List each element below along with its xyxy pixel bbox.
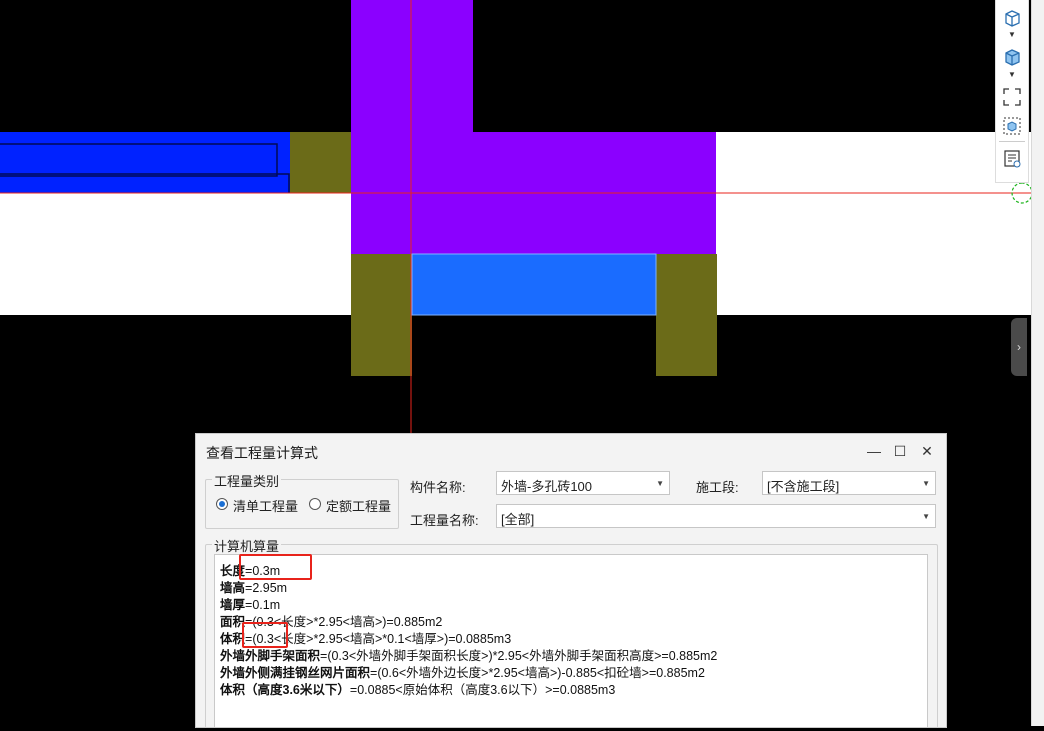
olive-column-left	[290, 132, 351, 193]
qty-name-label: 工程量名称:	[410, 513, 479, 528]
minimize-button[interactable]: —	[862, 440, 886, 462]
highlight-box	[239, 554, 312, 580]
side-panel-toggle[interactable]: ›	[1011, 318, 1027, 376]
white-band-right	[716, 132, 1031, 193]
component-name-select[interactable]: 外墙-多孔砖100 ▼	[496, 471, 670, 495]
cube-icon[interactable]	[1000, 7, 1024, 29]
construction-stage-select[interactable]: [不含施工段] ▼	[762, 471, 936, 495]
quantity-formula-dialog: 查看工程量计算式 — ☐ ✕ 工程量类别 清单工程量 定额工程量 构件名称: 外…	[195, 433, 947, 728]
chevron-down-icon: ▼	[922, 512, 930, 521]
close-button[interactable]: ✕	[915, 440, 939, 462]
calc-legend: 计算机算量	[212, 536, 282, 555]
olive-column-bottom-left	[351, 254, 412, 376]
right-scroll-track[interactable]	[1031, 0, 1044, 726]
chevron-down-icon: ▼	[656, 479, 664, 488]
component-name-label: 构件名称:	[410, 480, 466, 495]
olive-column-bottom-right	[656, 254, 717, 376]
calc-output[interactable]: 长度=0.3m 墙高=2.95m 墙厚=0.1m 面积=(0.3<长度>*2.9…	[214, 554, 928, 728]
toolbar-divider	[999, 141, 1025, 142]
dropdown-arrow-icon[interactable]: ▼	[1000, 28, 1024, 40]
fit-view-icon[interactable]	[1000, 86, 1024, 108]
dropdown-arrow-icon[interactable]: ▼	[1000, 68, 1024, 80]
construction-stage-value: [不含施工段]	[767, 479, 840, 494]
calc-line: 体积（高度3.6米以下）=0.0885<原始体积（高度3.6以下）>=0.088…	[220, 683, 616, 697]
qty-name-value: [全部]	[501, 512, 535, 527]
highlight-box	[242, 622, 288, 648]
radio-bill-qty[interactable]	[216, 498, 228, 510]
list-view-icon[interactable]	[1000, 148, 1024, 170]
purple-wall-vertical	[351, 0, 473, 132]
selected-blue-wall	[411, 253, 657, 316]
component-name-value: 外墙-多孔砖100	[501, 479, 593, 494]
chevron-down-icon: ▼	[922, 479, 930, 488]
maximize-button[interactable]: ☐	[888, 440, 912, 462]
radio-quota-qty-label[interactable]: 定额工程量	[326, 496, 391, 515]
dialog-title: 查看工程量计算式	[206, 445, 318, 461]
radio-quota-qty[interactable]	[309, 498, 321, 510]
select-3d-icon[interactable]	[1000, 115, 1024, 137]
view-toolbar: ▼ ▼	[995, 0, 1029, 183]
left-blue-wall	[0, 132, 290, 193]
qty-type-legend: 工程量类别	[212, 471, 282, 490]
radio-bill-qty-label[interactable]: 清单工程量	[233, 496, 298, 515]
construction-stage-label: 施工段:	[696, 480, 739, 495]
qty-name-select[interactable]: [全部] ▼	[496, 504, 936, 528]
cube-filled-icon[interactable]	[1000, 46, 1024, 68]
